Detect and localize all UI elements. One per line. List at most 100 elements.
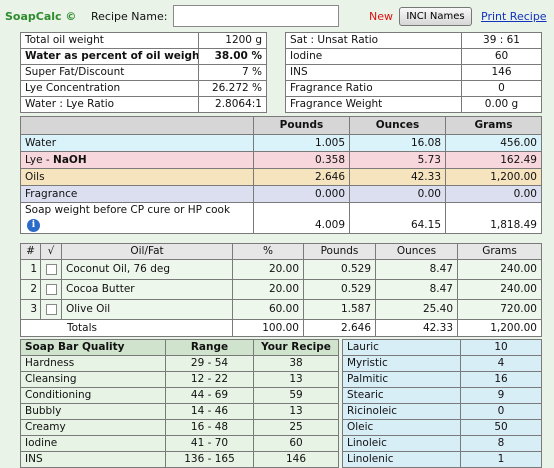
summary-pounds: 2.646 — [253, 168, 350, 186]
param-label: Total oil weight — [20, 32, 199, 49]
recipe-parameters-table: Total oil weight 1200 g Water as percent… — [20, 32, 267, 113]
fatty-acid-row: Palmitic 16 — [342, 371, 542, 388]
fatty-acid-value: 8 — [460, 435, 542, 452]
oil-row: 1 Coconut Oil, 76 deg 20.00 0.529 8.47 2… — [20, 259, 542, 280]
oil-ounces: 25.40 — [375, 299, 458, 320]
fatty-acid-row: Oleic 50 — [342, 419, 542, 436]
oil-pounds: 0.529 — [303, 259, 376, 280]
summary-label: Water — [20, 134, 254, 152]
print-recipe-link[interactable]: Print Recipe — [481, 10, 547, 23]
ratio-value: 146 — [461, 64, 542, 81]
fatty-acid-row: Lauric 10 — [342, 339, 542, 356]
param-value: 2.8064:1 — [198, 96, 267, 113]
summary-grams: 1,200.00 — [445, 168, 542, 186]
lye-type: NaOH — [53, 153, 87, 166]
oils-header-row: # √ Oil/Fat % Pounds Ounces Grams — [20, 243, 542, 260]
soap-weight-label: Soap weight before CP cure or HP cook — [25, 204, 231, 216]
summary-row-soap-weight: Soap weight before CP cure or HP cook i … — [20, 202, 542, 234]
fatty-acid-value: 0 — [460, 403, 542, 420]
new-label: New — [369, 10, 393, 23]
summary-grams: 162.49 — [445, 151, 542, 169]
oil-percent[interactable]: 20.00 — [232, 259, 304, 280]
totals-ounces: 42.33 — [375, 319, 458, 337]
fatty-acid-value: 4 — [460, 355, 542, 372]
quality-value: 38 — [253, 355, 339, 372]
quality-row: Cleansing 12 - 22 13 — [20, 371, 339, 388]
quality-header-recipe: Your Recipe — [253, 339, 339, 356]
oils-totals-row: Totals 100.00 2.646 42.33 1,200.00 — [20, 319, 542, 337]
fatty-acid-row: Linoleic 8 — [342, 435, 542, 452]
oil-pounds: 1.587 — [303, 299, 376, 320]
summary-grams: 0.00 — [445, 185, 542, 203]
quality-header-name: Soap Bar Quality — [20, 339, 166, 356]
totals-percent: 100.00 — [232, 319, 304, 337]
header-bar: SoapCalc © Recipe Name: New INCI Names P… — [0, 0, 554, 31]
summary-pounds: 0.358 — [253, 151, 350, 169]
fatty-acid-name: Myristic — [342, 355, 461, 372]
summary-row-water: Water 1.005 16.08 456.00 — [20, 134, 542, 152]
inci-names-button[interactable]: INCI Names — [399, 7, 472, 26]
summary-ounces: 5.73 — [349, 151, 446, 169]
param-row: Super Fat/Discount 7 % — [20, 64, 267, 81]
quality-range: 44 - 69 — [165, 387, 254, 404]
oil-percent[interactable]: 20.00 — [232, 279, 304, 300]
summary-pounds: 1.005 — [253, 134, 350, 152]
summary-row-oils: Oils 2.646 42.33 1,200.00 — [20, 168, 542, 186]
fatty-acid-name: Ricinoleic — [342, 403, 461, 420]
param-row: Water as percent of oil weight 38.00 % — [20, 48, 267, 65]
oil-checkbox[interactable] — [40, 259, 62, 280]
oils-header-ounces: Ounces — [375, 243, 458, 260]
param-label: Super Fat/Discount — [20, 64, 199, 81]
oils-header-check: √ — [40, 243, 62, 260]
quality-name: Hardness — [20, 355, 166, 372]
oil-checkbox[interactable] — [40, 299, 62, 320]
param-value[interactable]: 7 % — [198, 64, 267, 81]
oil-ounces: 8.47 — [375, 259, 458, 280]
param-value[interactable]: 38.00 % — [198, 48, 267, 65]
fatty-acid-row: Ricinoleic 0 — [342, 403, 542, 420]
summary-label: Fragrance — [20, 185, 254, 203]
oil-checkbox[interactable] — [40, 279, 62, 300]
oil-grams: 240.00 — [457, 279, 542, 300]
oils-header-pounds: Pounds — [303, 243, 376, 260]
info-icon[interactable]: i — [27, 219, 40, 232]
summary-ounces: 64.15 — [349, 202, 446, 234]
param-row: Water : Lye Ratio 2.8064:1 — [20, 96, 267, 113]
quality-name: Bubbly — [20, 403, 166, 420]
weight-summary-table: Pounds Ounces Grams Water 1.005 16.08 45… — [20, 116, 542, 234]
quality-range: 16 - 48 — [165, 419, 254, 436]
fatty-acid-row: Myristic 4 — [342, 355, 542, 372]
oil-percent[interactable]: 60.00 — [232, 299, 304, 320]
oil-index: 3 — [20, 299, 41, 320]
fatty-acid-name: Oleic — [342, 419, 461, 436]
oil-grams: 720.00 — [457, 299, 542, 320]
ratio-row: INS 146 — [285, 64, 542, 81]
summary-label: Soap weight before CP cure or HP cook i — [20, 202, 254, 234]
fatty-acid-value: 9 — [460, 387, 542, 404]
recipe-name-label: Recipe Name: — [91, 10, 168, 23]
summary-label: Oils — [20, 168, 254, 186]
ratio-label: Sat : Unsat Ratio — [285, 32, 462, 49]
summary-grams: 1,818.49 — [445, 202, 542, 234]
oil-name: Cocoa Butter — [61, 279, 233, 300]
quality-name: Cleansing — [20, 371, 166, 388]
quality-row: Creamy 16 - 48 25 — [20, 419, 339, 436]
oil-grams: 240.00 — [457, 259, 542, 280]
recipe-name-input[interactable] — [173, 5, 339, 27]
ratio-row: Fragrance Weight 0.00 g — [285, 96, 542, 113]
quality-value: 60 — [253, 435, 339, 452]
totals-pounds: 2.646 — [303, 319, 376, 337]
quality-header-row: Soap Bar Quality Range Your Recipe — [20, 339, 339, 356]
param-label: Lye Concentration — [20, 80, 199, 97]
quality-name: Iodine — [20, 435, 166, 452]
quality-range: 29 - 54 — [165, 355, 254, 372]
oils-header-grams: Grams — [457, 243, 542, 260]
summary-row-lye: Lye - NaOH 0.358 5.73 162.49 — [20, 151, 542, 169]
quality-row: Hardness 29 - 54 38 — [20, 355, 339, 372]
param-value[interactable]: 1200 g — [198, 32, 267, 49]
quality-header-range: Range — [165, 339, 254, 356]
brand-logo[interactable]: SoapCalc © — [5, 10, 76, 23]
summary-row-fragrance: Fragrance 0.000 0.00 0.00 — [20, 185, 542, 203]
param-row: Total oil weight 1200 g — [20, 32, 267, 49]
oils-table: # √ Oil/Fat % Pounds Ounces Grams 1 Coco… — [20, 243, 542, 337]
